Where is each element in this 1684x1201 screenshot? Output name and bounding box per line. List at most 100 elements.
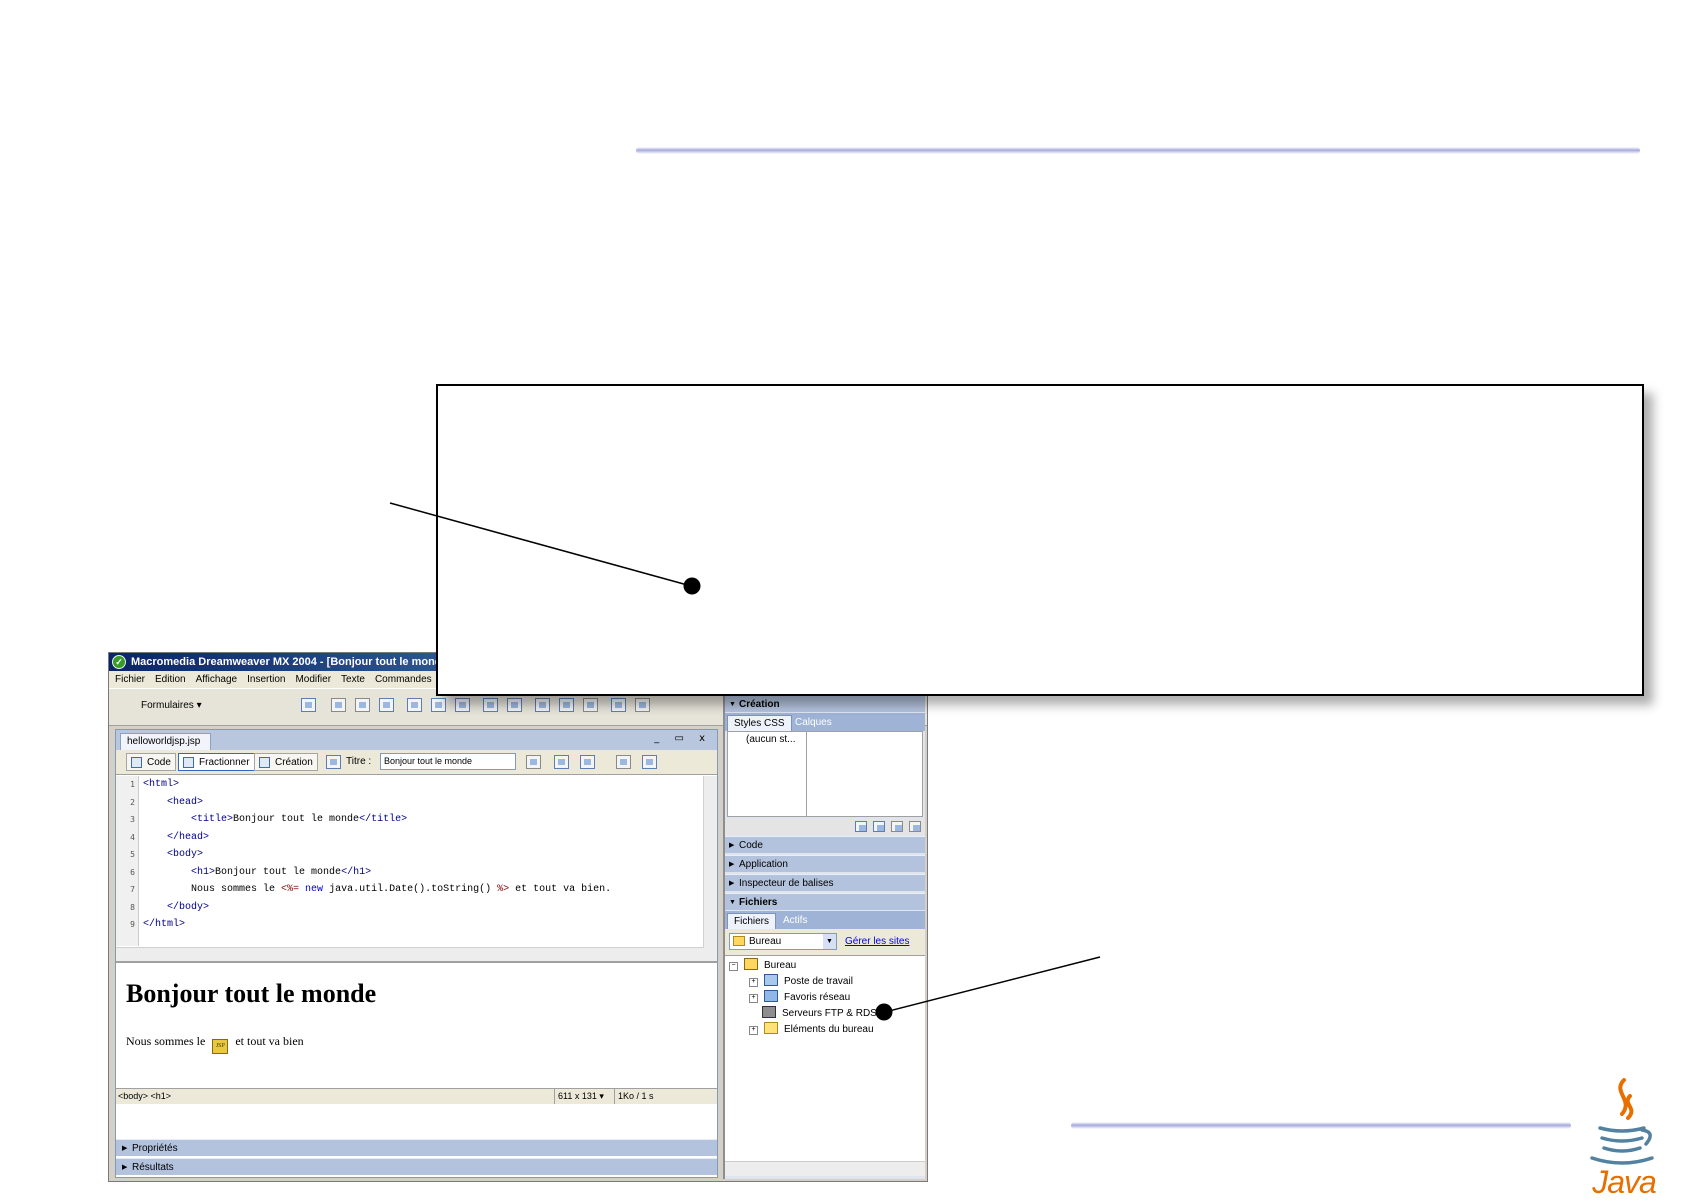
menu-insertion[interactable]: Insertion (247, 674, 285, 685)
code-token: <head> (167, 796, 204, 808)
code-line: <title>Bonjour tout le monde</title> (143, 811, 611, 829)
tab-actifs[interactable]: Actifs (777, 913, 813, 929)
menu-texte[interactable]: Texte (341, 674, 365, 685)
collapse-icon[interactable]: − (729, 962, 738, 971)
textarea-icon[interactable] (379, 698, 394, 712)
java-logo-text: Java (1592, 1164, 1657, 1200)
java-plate-icon (1590, 1156, 1654, 1165)
window-size-selector[interactable]: 611 x 131 ▾ (554, 1089, 604, 1104)
code-token: </h1> (341, 866, 372, 878)
css-empty-label: (aucun st... (746, 734, 796, 745)
expand-icon[interactable]: + (749, 1026, 758, 1035)
manage-sites-link[interactable]: Gérer les sites (845, 936, 909, 947)
preview-browser-icon[interactable] (580, 755, 595, 769)
files-panel-header[interactable]: Fichiers (725, 893, 925, 911)
properties-panel-header[interactable]: Propriétés (116, 1139, 717, 1157)
fieldset-icon[interactable] (635, 698, 650, 712)
tree-root[interactable]: − Bureau (729, 958, 796, 974)
expand-icon[interactable]: + (749, 994, 758, 1003)
callout-box (436, 384, 1644, 696)
code-line: Nous sommes le <%= new java.util.Date().… (143, 881, 611, 899)
code-horizontal-scrollbar[interactable] (116, 947, 704, 961)
tree-item-favoris-reseau[interactable]: + Favoris réseau (749, 990, 850, 1006)
code-token: </html> (143, 919, 186, 930)
radio-group-icon[interactable] (455, 698, 470, 712)
code-view-button[interactable]: Code (126, 753, 176, 771)
view-options-icon[interactable] (642, 755, 657, 769)
image-field-icon[interactable] (535, 698, 550, 712)
tag-selector[interactable]: <body> <h1> (118, 1089, 171, 1104)
expand-icon[interactable]: + (749, 978, 758, 987)
split-view-button[interactable]: Fractionner (178, 753, 255, 771)
button-icon[interactable] (583, 698, 598, 712)
line-number: 6 (130, 867, 135, 877)
document-toolbar: Code Fractionner Création Titre : Bonjou… (116, 750, 717, 775)
design-view[interactable]: Bonjour tout le monde Nous sommes le JSP… (116, 963, 717, 1088)
tree-item-serveurs-ftp[interactable]: Serveurs FTP & RDS (762, 1006, 877, 1022)
line-number-gutter: 1 2 3 4 5 6 7 8 9 (116, 776, 139, 946)
application-panel-header[interactable]: Application (725, 855, 925, 873)
line-number: 2 (130, 797, 135, 807)
code-line: </head> (143, 829, 611, 847)
java-steam-icon (1618, 1078, 1634, 1120)
live-data-icon[interactable] (326, 755, 341, 769)
code-token: <html> (143, 779, 180, 790)
code-token: et tout va bien. (509, 884, 612, 895)
file-tree-horizontal-scrollbar[interactable] (725, 1161, 925, 1176)
line-number: 3 (130, 815, 135, 824)
code-panel-header[interactable]: Code (725, 836, 925, 854)
label-icon[interactable] (611, 698, 626, 712)
document-window-controls[interactable]: _ ▭ x (654, 733, 711, 744)
creation-panel-header[interactable]: Création (725, 695, 925, 713)
desktop-icon (733, 936, 745, 946)
results-panel-header[interactable]: Résultats (116, 1158, 717, 1176)
tab-calques[interactable]: Calques (789, 715, 838, 731)
insert-category-dropdown[interactable]: Formulaires ▾ (141, 700, 202, 711)
code-token: </body> (167, 901, 210, 913)
radio-button-icon[interactable] (431, 698, 446, 712)
server-icon (762, 1006, 776, 1018)
text-field-icon[interactable] (331, 698, 346, 712)
tag-inspector-panel-header[interactable]: Inspecteur de balises (725, 874, 925, 892)
hidden-field-icon[interactable] (355, 698, 370, 712)
jump-menu-icon[interactable] (507, 698, 522, 712)
menu-fichier[interactable]: Fichier (115, 674, 145, 685)
form-icon[interactable] (301, 698, 316, 712)
code-vertical-scrollbar[interactable] (703, 776, 717, 961)
menu-modifier[interactable]: Modifier (295, 674, 331, 685)
menu-affichage[interactable]: Affichage (196, 674, 238, 685)
site-select[interactable]: Bureau (729, 933, 837, 950)
file-management-icon[interactable] (554, 755, 569, 769)
code-view[interactable]: 1 2 3 4 5 6 7 8 9 <html> <head> <title>B… (116, 776, 717, 963)
line-number: 9 (130, 920, 135, 929)
tree-item-label: Serveurs FTP & RDS (782, 1008, 877, 1019)
document-tab[interactable]: helloworldjsp.jsp (120, 733, 212, 751)
code-token: %> (497, 884, 510, 895)
trash-icon[interactable] (909, 821, 921, 832)
new-css-rule-icon[interactable] (873, 821, 885, 832)
file-field-icon[interactable] (559, 698, 574, 712)
design-view-button[interactable]: Création (254, 753, 318, 771)
code-token: <%= (281, 884, 300, 895)
check-browser-icon[interactable] (526, 755, 541, 769)
tab-styles-css[interactable]: Styles CSS (727, 715, 792, 732)
edit-style-icon[interactable] (891, 821, 903, 832)
tree-item-poste-de-travail[interactable]: + Poste de travail (749, 974, 853, 990)
css-tabs: Styles CSS Calques (725, 713, 925, 732)
panel-group: Création Styles CSS Calques (aucun st...… (723, 695, 925, 1179)
attach-stylesheet-icon[interactable] (855, 821, 867, 832)
list-menu-icon[interactable] (483, 698, 498, 712)
css-styles-list[interactable]: (aucun st... (727, 731, 923, 817)
site-select-value: Bureau (749, 936, 782, 947)
download-time: 1Ko / 1 s (614, 1089, 654, 1104)
tab-fichiers[interactable]: Fichiers (727, 913, 777, 930)
menu-commandes[interactable]: Commandes (375, 674, 432, 685)
page-title-input[interactable]: Bonjour tout le monde (380, 753, 516, 770)
tree-item-label: Eléments du bureau (784, 1024, 874, 1035)
refresh-icon[interactable] (616, 755, 631, 769)
checkbox-icon[interactable] (407, 698, 422, 712)
menu-edition[interactable]: Edition (155, 674, 186, 685)
line-number: 1 (130, 780, 135, 789)
jsp-script-icon[interactable]: JSP (212, 1039, 229, 1054)
tree-item-elements-bureau[interactable]: + Eléments du bureau (749, 1022, 874, 1038)
